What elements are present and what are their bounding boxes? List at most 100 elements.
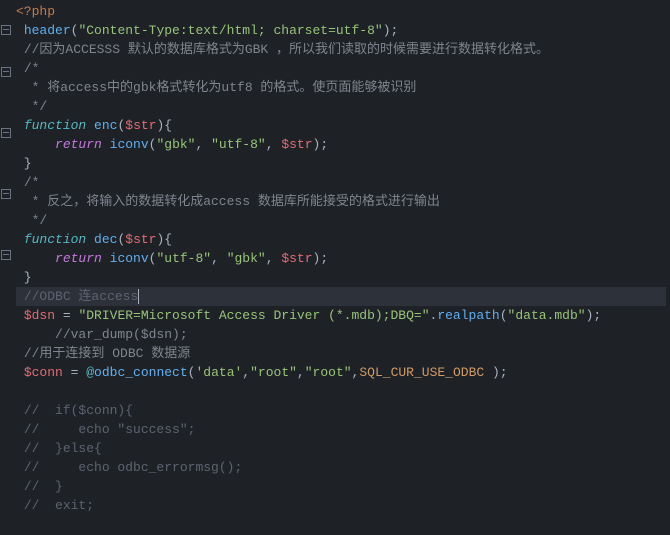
code-line[interactable]: //因为ACCESSS 默认的数据库格式为GBK ，所以我们读取的时候需要进行数…: [16, 40, 666, 59]
token-variable: $str: [281, 251, 312, 266]
token-punctuation: ,: [211, 251, 227, 266]
token-punctuation: [16, 289, 24, 304]
token-comment: * 反之，将输入的数据转化成access 数据库所能接受的格式进行输出: [16, 194, 440, 209]
token-punctuation: [102, 251, 110, 266]
token-punctuation: [86, 118, 94, 133]
fold-marker-icon[interactable]: [1, 189, 11, 199]
gutter-slot: [0, 105, 12, 124]
fold-marker-icon[interactable]: [1, 250, 11, 260]
token-punctuation: ,: [266, 137, 282, 152]
token-punctuation: [16, 42, 24, 57]
token-variable: $conn: [24, 365, 63, 380]
code-line[interactable]: // }: [16, 477, 666, 496]
gutter-slot: [0, 166, 12, 185]
token-keyword-italic: function: [24, 118, 86, 133]
token-punctuation: );: [484, 365, 507, 380]
token-comment: * 将access中的gbk格式转化为utf8 的格式。使页面能够被识别: [16, 80, 416, 95]
token-variable: $str: [281, 137, 312, 152]
token-builtin-call: iconv: [110, 137, 149, 152]
code-line[interactable]: <?php: [16, 2, 666, 21]
gutter-slot: [0, 86, 12, 105]
token-punctuation: [16, 479, 24, 494]
code-line[interactable]: function enc($str){: [16, 116, 666, 135]
fold-marker-icon[interactable]: [1, 25, 11, 35]
fold-marker-icon[interactable]: [1, 128, 11, 138]
code-line[interactable]: function dec($str){: [16, 230, 666, 249]
fold-marker-icon[interactable]: [1, 67, 11, 77]
token-string: "utf-8": [156, 251, 211, 266]
code-line[interactable]: return iconv("utf-8", "gbk", $str);: [16, 249, 666, 268]
token-punctuation: [16, 232, 24, 247]
gutter-slot: [0, 307, 12, 326]
token-punctuation: [86, 232, 94, 247]
token-punctuation: [16, 365, 24, 380]
gutter-slot: [0, 67, 12, 86]
code-line[interactable]: // }else{: [16, 439, 666, 458]
gutter-slot: [0, 44, 12, 63]
token-string: "data.mdb": [508, 308, 586, 323]
token-punctuation: }: [16, 156, 32, 171]
token-php-tag: <?php: [16, 4, 55, 19]
token-punctuation: [16, 346, 24, 361]
token-punctuation: [16, 175, 24, 190]
code-line[interactable]: // if($conn){: [16, 401, 666, 420]
code-area[interactable]: <?php header("Content-Type:text/html; ch…: [12, 0, 670, 514]
token-punctuation: }: [16, 270, 32, 285]
code-line[interactable]: }: [16, 154, 666, 173]
token-comment: /*: [24, 175, 40, 190]
code-line[interactable]: //用于连接到 ODBC 数据源: [16, 344, 666, 363]
token-punctuation: [16, 441, 24, 456]
gutter-slot: [0, 25, 12, 44]
token-punctuation: [16, 460, 24, 475]
code-line[interactable]: /*: [16, 173, 666, 192]
gutter-slot: [0, 459, 12, 478]
token-punctuation: =: [63, 365, 86, 380]
code-line[interactable]: /*: [16, 59, 666, 78]
code-editor[interactable]: <?php header("Content-Type:text/html; ch…: [0, 0, 670, 514]
token-string: "utf-8": [211, 137, 266, 152]
code-line[interactable]: $conn = @odbc_connect('data',"root","roo…: [16, 363, 666, 382]
token-comment-gray: // }else{: [24, 441, 102, 456]
text-cursor: [138, 289, 139, 304]
token-variable: $str: [125, 118, 156, 133]
code-line[interactable]: //var_dump($dsn);: [16, 325, 666, 344]
token-function-name: enc: [94, 118, 117, 133]
token-comment-gray: // }: [24, 479, 63, 494]
code-line[interactable]: * 将access中的gbk格式转化为utf8 的格式。使页面能够被识别: [16, 78, 666, 97]
token-string: "gbk": [227, 251, 266, 266]
code-line[interactable]: */: [16, 97, 666, 116]
token-comment-gray: // echo odbc_errormsg();: [24, 460, 242, 475]
code-line[interactable]: //ODBC 连access: [16, 287, 666, 306]
token-comment: /*: [24, 61, 40, 76]
code-line[interactable]: return iconv("gbk", "utf-8", $str);: [16, 135, 666, 154]
code-line[interactable]: */: [16, 211, 666, 230]
code-line[interactable]: // echo "success";: [16, 420, 666, 439]
token-comment-gray: //ODBC 连access: [24, 289, 138, 304]
token-at-op: @: [86, 365, 94, 380]
token-punctuation: );: [586, 308, 602, 323]
code-line[interactable]: header("Content-Type:text/html; charset=…: [16, 21, 666, 40]
gutter-slot: [0, 440, 12, 459]
token-string: "root": [305, 365, 352, 380]
fold-gutter: [0, 0, 12, 514]
token-punctuation: );: [383, 23, 399, 38]
token-punctuation: [16, 498, 24, 513]
gutter-slot: [0, 250, 12, 269]
token-function-name: dec: [94, 232, 117, 247]
code-line[interactable]: $dsn = "DRIVER=Microsoft Access Driver (…: [16, 306, 666, 325]
token-punctuation: );: [313, 137, 329, 152]
code-line[interactable]: }: [16, 268, 666, 287]
gutter-slot: [0, 383, 12, 402]
code-line[interactable]: // exit;: [16, 496, 666, 515]
code-line[interactable]: * 反之，将输入的数据转化成access 数据库所能接受的格式进行输出: [16, 192, 666, 211]
code-line[interactable]: [16, 382, 666, 401]
gutter-slot: [0, 128, 12, 147]
token-punctuation: ,: [266, 251, 282, 266]
token-comment: //var_dump($dsn);: [55, 327, 188, 342]
token-punctuation: [16, 61, 24, 76]
gutter-slot: [0, 364, 12, 383]
code-line[interactable]: // echo odbc_errormsg();: [16, 458, 666, 477]
gutter-slot: [0, 147, 12, 166]
token-punctuation: [16, 251, 55, 266]
token-builtin-call: realpath: [437, 308, 499, 323]
